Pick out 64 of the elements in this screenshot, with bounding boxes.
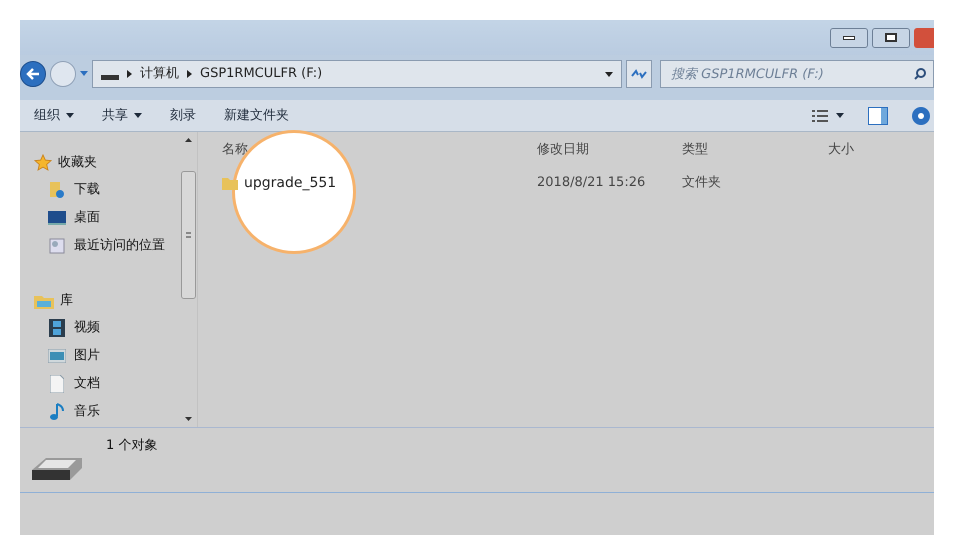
search-icon: [914, 68, 926, 80]
film-icon: [49, 319, 65, 337]
nav-item[interactable]: 文档: [34, 370, 180, 398]
music-note-icon: [49, 403, 65, 421]
scroll-up-icon: [185, 138, 192, 142]
minimize-button[interactable]: [830, 28, 868, 48]
caret-icon: [836, 113, 844, 118]
breadcrumb[interactable]: 计算机: [140, 64, 179, 84]
toolbar-button[interactable]: 共享: [100, 104, 144, 128]
back-arrow-icon: [26, 68, 40, 80]
column-header[interactable]: 大小: [828, 140, 854, 160]
nav-item[interactable]: 最近访问的位置: [34, 232, 180, 260]
table-cell-text: 文件夹: [682, 174, 721, 192]
toolbar-button[interactable]: 新建文件夹: [222, 104, 291, 128]
caret-icon: [605, 72, 613, 76]
table-cell-text: 2018/8/21 15:26: [537, 174, 646, 192]
refresh-button[interactable]: [626, 60, 652, 88]
star-icon: [34, 154, 52, 172]
caret-icon: [80, 71, 88, 77]
help-button[interactable]: [912, 106, 930, 124]
column-header[interactable]: 修改日期: [537, 140, 682, 160]
scroll-thumb[interactable]: [181, 170, 196, 298]
help-icon: [918, 112, 924, 118]
file-row[interactable]: upgrade_551 2018/8/21 15:26 文件夹: [198, 168, 934, 198]
library-icon: [34, 293, 54, 309]
list-view-icon: [812, 110, 828, 122]
column-header[interactable]: 类型: [682, 140, 828, 160]
nav-item[interactable]: 视频: [34, 314, 180, 342]
grip-icon: [186, 232, 191, 238]
back-button[interactable]: [20, 61, 46, 87]
desktop-icon: [48, 211, 66, 225]
nav-item[interactable]: 音乐: [34, 398, 180, 426]
recent-places-icon: [48, 237, 66, 255]
search-field[interactable]: 搜索 GSP1RMCULFR (F:): [660, 60, 934, 88]
nav-item[interactable]: 图片: [34, 342, 180, 370]
toolbar-button[interactable]: 刻录: [168, 104, 198, 128]
view-options-button[interactable]: [812, 110, 844, 122]
file-name: upgrade_551: [244, 174, 336, 192]
preview-pane-button[interactable]: [868, 106, 888, 124]
nav-item[interactable]: 库: [34, 288, 180, 314]
folder-icon: [222, 176, 238, 190]
pane-icon: [881, 108, 887, 124]
address-bar[interactable]: 计算机 GSP1RMCULFR (F:): [92, 60, 622, 88]
column-header[interactable]: 名称: [222, 140, 537, 160]
close-button[interactable]: [914, 28, 934, 48]
chevron-icon: [187, 70, 192, 78]
minimize-icon: [843, 36, 855, 40]
document-icon: [50, 375, 64, 393]
nav-item[interactable]: 下载: [34, 176, 180, 204]
drive-icon: [101, 74, 119, 80]
maximize-button[interactable]: [872, 28, 910, 48]
scroll-down-icon: [185, 417, 192, 421]
maximize-icon: [885, 33, 897, 42]
folder-download-icon: [49, 181, 65, 199]
breadcrumb[interactable]: GSP1RMCULFR (F:): [200, 64, 322, 84]
scrollbar[interactable]: [180, 132, 198, 427]
item-count: 1 个对象: [106, 437, 158, 455]
chevron-icon: [127, 70, 132, 78]
nav-item[interactable]: 收藏夹: [34, 150, 180, 176]
toolbar-button[interactable]: 组织: [32, 104, 76, 128]
usb-drive-icon: [30, 456, 84, 482]
image-icon: [48, 349, 66, 363]
refresh-icon: [631, 69, 647, 79]
nav-item[interactable]: 桌面: [34, 204, 180, 232]
